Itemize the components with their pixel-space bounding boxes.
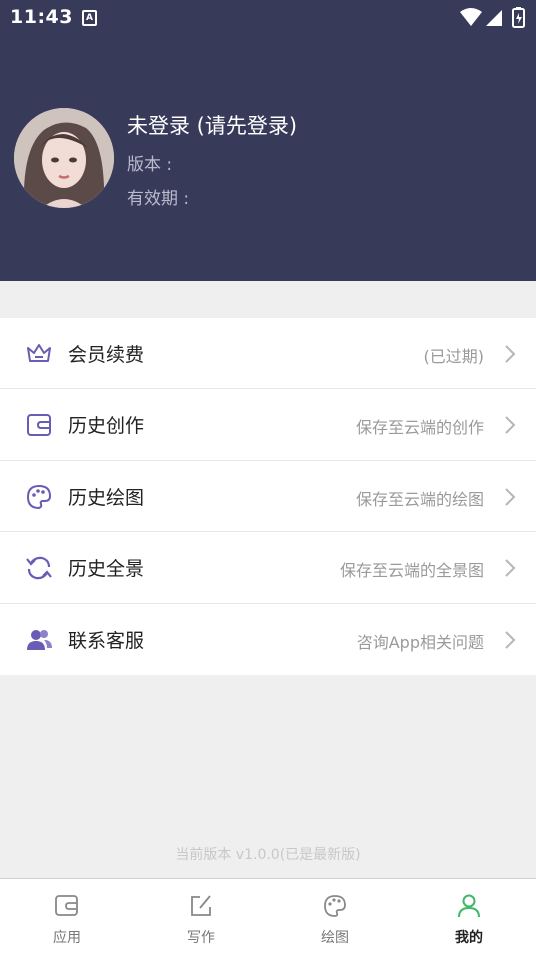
menu-item-label: 历史绘图 (68, 486, 145, 509)
refresh-icon (26, 556, 52, 580)
avatar[interactable] (14, 108, 114, 208)
tab-mine[interactable]: 我的 (402, 879, 536, 954)
wallet-icon (55, 895, 78, 916)
wifi-icon (460, 8, 482, 26)
tab-apps[interactable]: 应用 (0, 879, 134, 954)
status-icons (460, 6, 526, 30)
menu-item-customer-service[interactable]: 联系客服 咨询App相关问题 (0, 604, 536, 675)
wallet-icon (27, 414, 51, 437)
menu-item-label: 历史全景 (68, 558, 145, 581)
status-time: 11:43 (10, 6, 73, 28)
menu-item-membership[interactable]: 会员续费 (已过期) (0, 318, 536, 390)
menu-item-label: 会员续费 (68, 344, 145, 366)
status-bar: 11:43 A (0, 0, 536, 36)
menu-item-history-panorama[interactable]: 历史全景 保存至云端的全景图 (0, 532, 536, 604)
menu-item-subtitle: 保存至云端的创作 (355, 418, 484, 438)
menu-item-label: 历史创作 (68, 415, 145, 438)
tab-drawing[interactable]: 绘图 (268, 879, 402, 954)
chevron-right-icon (505, 630, 516, 649)
avatar-portrait (14, 108, 114, 208)
users-icon (27, 629, 52, 650)
bottom-tabbar: 应用 写作 绘图 我的 (0, 878, 536, 954)
palette-icon (324, 895, 346, 917)
menu-item-subtitle: 保存至云端的绘图 (355, 489, 484, 509)
crown-icon (27, 344, 51, 362)
tab-label: 写作 (187, 930, 215, 946)
tab-label: 绘图 (321, 930, 349, 946)
tab-label: 我的 (455, 930, 483, 946)
login-status-title[interactable]: 未登录 (请先登录) (127, 110, 297, 140)
tab-label: 应用 (53, 930, 81, 946)
edit-icon (191, 895, 211, 916)
chevron-right-icon (505, 488, 516, 506)
version-text: 当前版本 v1.0.0(已是最新版) (175, 847, 361, 863)
menu-item-history-drawing[interactable]: 历史绘图 保存至云端的绘图 (0, 461, 536, 533)
menu-item-subtitle: 保存至云端的全景图 (339, 561, 484, 581)
menu-list: 会员续费 (已过期) 历史创作 保存至云端的创作 历史绘图 保存至云端的绘图 历… (0, 318, 536, 675)
menu-item-subtitle: 咨询App相关问题 (356, 632, 484, 652)
version-label: 版本 : (127, 155, 173, 175)
battery-icon (512, 7, 525, 28)
profile-header: 11:43 A 未登录 (请先登录) 版本: 有效期: (0, 0, 536, 281)
menu-item-subtitle: (已过期) (423, 347, 485, 366)
menu-item-label: 联系客服 (68, 629, 145, 652)
chevron-right-icon (505, 559, 516, 577)
menu-item-history-writing[interactable]: 历史创作 保存至云端的创作 (0, 389, 536, 461)
chevron-right-icon (505, 416, 516, 435)
signal-icon (486, 10, 502, 26)
tab-writing[interactable]: 写作 (134, 879, 268, 954)
palette-icon (26, 484, 52, 509)
a-badge-icon: A (82, 10, 97, 26)
user-icon (458, 894, 480, 918)
expiry-label: 有效期 : (127, 189, 190, 209)
chevron-right-icon (505, 345, 516, 363)
